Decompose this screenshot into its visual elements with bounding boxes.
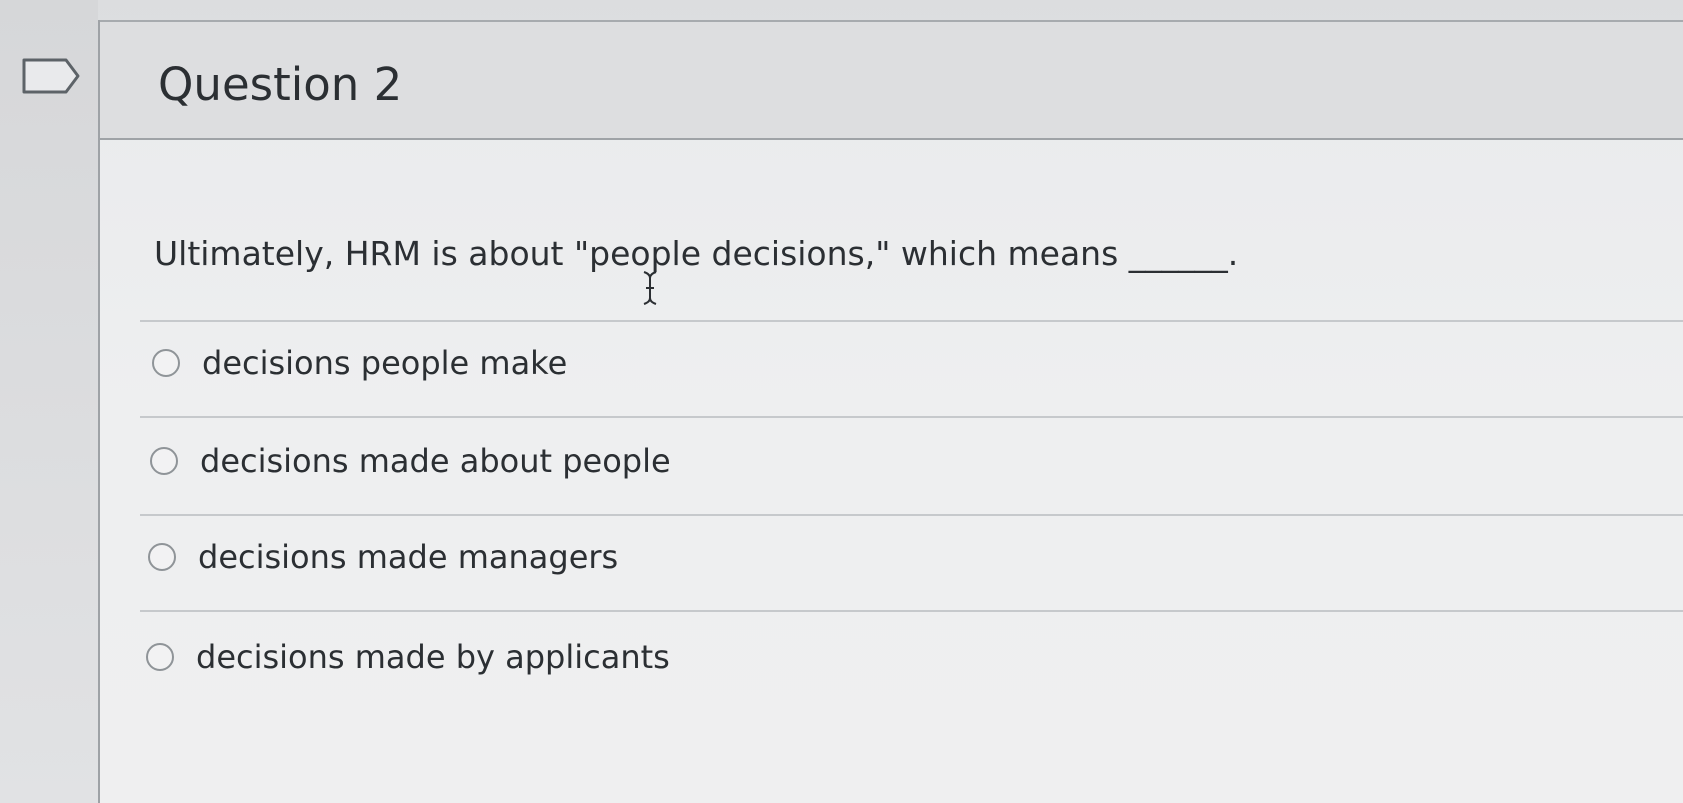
left-gutter [0,0,98,803]
question-text: Ultimately, HRM is about "people decisio… [154,234,1239,273]
divider [140,320,1683,322]
divider [140,416,1683,418]
radio-button[interactable] [148,543,176,571]
answer-label: decisions made by applicants [196,638,670,676]
answer-label: decisions people make [202,344,568,382]
divider [140,610,1683,612]
answer-option-4[interactable]: decisions made by applicants [146,632,670,682]
radio-button[interactable] [150,447,178,475]
answer-option-2[interactable]: decisions made about people [150,436,671,486]
quiz-page: Question 2 Ultimately, HRM is about "peo… [0,0,1683,803]
divider [140,514,1683,516]
answer-label: decisions made about people [200,442,671,480]
question-title: Question 2 [158,58,403,111]
text-cursor-icon [643,271,657,305]
answer-option-3[interactable]: decisions made managers [148,532,618,582]
answer-label: decisions made managers [198,538,619,576]
flag-icon[interactable] [22,58,80,94]
radio-button[interactable] [146,643,174,671]
question-header: Question 2 [100,20,1683,140]
radio-button[interactable] [152,349,180,377]
answer-option-1[interactable]: decisions people make [152,338,567,388]
question-card: Question 2 Ultimately, HRM is about "peo… [98,20,1683,803]
